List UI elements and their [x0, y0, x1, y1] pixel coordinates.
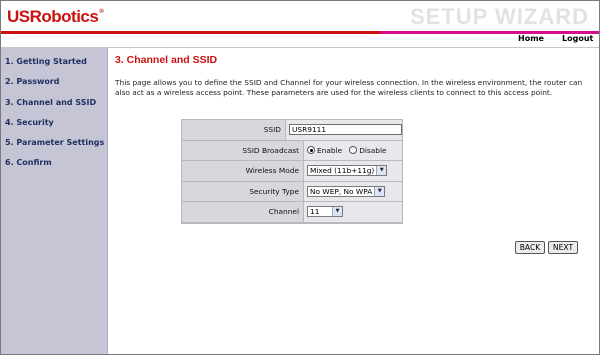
form-row-channel: Channel 11 ▼: [182, 202, 402, 222]
next-button[interactable]: NEXT: [548, 241, 578, 254]
ssid-input[interactable]: USR9111: [289, 124, 402, 136]
form-row-security: Security Type No WEP, No WPA ▼: [182, 181, 402, 201]
main-content: 3. Channel and SSID This page allows you…: [115, 54, 593, 98]
wireless-mode-label: Wireless Mode: [182, 161, 303, 181]
brand-name: USRobotics: [7, 7, 99, 26]
wireless-mode-select[interactable]: Mixed (11b+11g) ▼: [307, 165, 388, 177]
wizard-title: SETUP WIZARD: [409, 4, 589, 29]
broadcast-enable-radio[interactable]: [307, 146, 315, 155]
registered-mark: ®: [99, 9, 104, 15]
sidebar-item-security[interactable]: 4. Security: [5, 117, 107, 137]
broadcast-enable-label: Enable: [317, 145, 343, 155]
brand-logo: USRobotics®: [7, 7, 104, 27]
back-button[interactable]: BACK: [515, 241, 545, 254]
wireless-mode-value: Mixed (11b+11g): [310, 166, 375, 176]
settings-form: SSID USR9111 SSID Broadcast Enable Disab…: [181, 119, 403, 224]
sidebar-item-parameter-settings[interactable]: 5. Parameter Settings: [5, 137, 107, 157]
sidebar-item-password[interactable]: 2. Password: [5, 76, 107, 96]
channel-label: Channel: [182, 202, 303, 222]
chevron-down-icon: ▼: [332, 207, 342, 217]
chevron-down-icon: ▼: [374, 186, 385, 196]
form-row-mode: Wireless Mode Mixed (11b+11g) ▼: [182, 161, 402, 181]
broadcast-disable-label: Disable: [359, 145, 387, 155]
chevron-down-icon: ▼: [376, 166, 387, 176]
sidebar-item-channel-ssid[interactable]: 3. Channel and SSID: [5, 97, 107, 117]
header: USRobotics® SETUP WIZARD: [1, 1, 599, 31]
top-nav: Home Logout: [1, 34, 599, 48]
security-type-value: No WEP, No WPA: [310, 186, 373, 196]
logout-link[interactable]: Logout: [562, 34, 593, 43]
security-type-select[interactable]: No WEP, No WPA ▼: [307, 185, 386, 197]
sidebar: 1. Getting Started 2. Password 3. Channe…: [1, 48, 108, 354]
form-row-broadcast: SSID Broadcast Enable Disable: [182, 140, 402, 160]
ssid-label: SSID: [182, 120, 285, 140]
form-row-ssid: SSID USR9111: [182, 120, 402, 140]
page-description: This page allows you to define the SSID …: [115, 78, 583, 97]
home-link[interactable]: Home: [518, 34, 544, 43]
page-title: 3. Channel and SSID: [115, 54, 218, 66]
channel-value: 11: [310, 207, 320, 217]
app-window: USRobotics® SETUP WIZARD Home Logout 1. …: [0, 0, 600, 355]
sidebar-item-confirm[interactable]: 6. Confirm: [5, 157, 107, 177]
broadcast-disable-radio[interactable]: [349, 146, 358, 155]
channel-select[interactable]: 11 ▼: [307, 206, 343, 218]
security-type-label: Security Type: [182, 181, 303, 201]
sidebar-item-getting-started[interactable]: 1. Getting Started: [5, 56, 107, 76]
ssid-broadcast-label: SSID Broadcast: [182, 140, 303, 160]
